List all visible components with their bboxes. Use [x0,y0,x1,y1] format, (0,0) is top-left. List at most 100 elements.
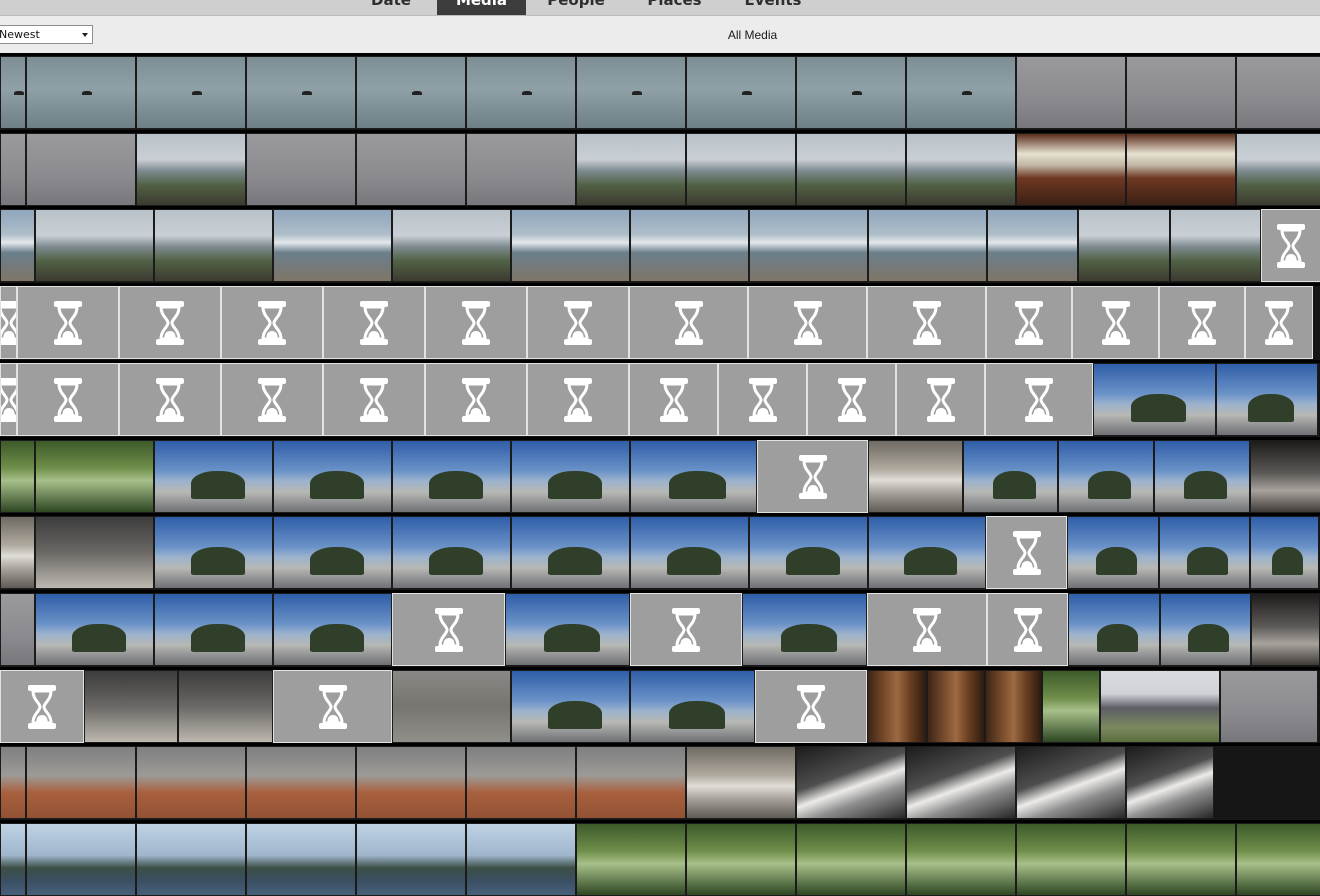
photo-thumbnail[interactable] [796,56,906,129]
photo-thumbnail[interactable] [1067,516,1159,589]
loading-thumbnail[interactable] [748,286,867,359]
photo-thumbnail[interactable] [511,516,630,589]
photo-thumbnail[interactable] [0,56,26,129]
loading-thumbnail[interactable] [221,363,323,436]
photo-thumbnail[interactable] [0,209,35,282]
photo-thumbnail[interactable] [26,56,136,129]
loading-thumbnail[interactable] [0,363,17,436]
photo-thumbnail[interactable] [0,440,35,513]
loading-thumbnail[interactable] [425,363,527,436]
photo-thumbnail[interactable] [906,133,1016,206]
loading-thumbnail[interactable] [527,363,629,436]
loading-thumbnail[interactable] [1261,209,1320,282]
photo-thumbnail[interactable] [630,516,749,589]
photo-thumbnail[interactable] [392,670,511,743]
photo-thumbnail[interactable] [1126,746,1214,819]
photo-thumbnail[interactable] [466,56,576,129]
photo-thumbnail[interactable] [1160,593,1251,666]
photo-thumbnail[interactable] [686,56,796,129]
photo-thumbnail[interactable] [1100,670,1220,743]
photo-thumbnail[interactable] [35,440,154,513]
photo-thumbnail[interactable] [1016,746,1126,819]
photo-thumbnail[interactable] [154,593,273,666]
photo-thumbnail[interactable] [1251,593,1320,666]
photo-thumbnail[interactable] [1126,133,1236,206]
photo-thumbnail[interactable] [1220,670,1318,743]
photo-thumbnail[interactable] [630,440,757,513]
photo-thumbnail[interactable] [686,133,796,206]
photo-thumbnail[interactable] [749,516,868,589]
photo-thumbnail[interactable] [796,746,906,819]
photo-thumbnail[interactable] [84,670,178,743]
photo-thumbnail[interactable] [868,440,963,513]
photo-thumbnail[interactable] [273,209,392,282]
photo-thumbnail[interactable] [1236,823,1320,896]
loading-thumbnail[interactable] [17,363,119,436]
tab-date[interactable]: Date [345,0,437,15]
photo-thumbnail[interactable] [742,593,867,666]
loading-thumbnail[interactable] [323,286,425,359]
loading-thumbnail[interactable] [1072,286,1159,359]
photo-thumbnail[interactable] [511,209,630,282]
photo-thumbnail[interactable] [154,516,273,589]
loading-thumbnail[interactable] [323,363,425,436]
photo-thumbnail[interactable] [1154,440,1250,513]
loading-thumbnail[interactable] [867,593,987,666]
photo-thumbnail[interactable] [392,440,511,513]
loading-thumbnail[interactable] [757,440,868,513]
photo-thumbnail[interactable] [154,440,273,513]
loading-thumbnail[interactable] [985,363,1093,436]
photo-thumbnail[interactable] [576,133,686,206]
photo-thumbnail[interactable] [178,670,273,743]
photo-thumbnail[interactable] [1126,823,1236,896]
loading-thumbnail[interactable] [755,670,867,743]
photo-thumbnail[interactable] [246,746,356,819]
loading-thumbnail[interactable] [221,286,323,359]
photo-thumbnail[interactable] [749,209,868,282]
loading-thumbnail[interactable] [392,593,505,666]
photo-thumbnail[interactable] [136,823,246,896]
photo-thumbnail[interactable] [576,56,686,129]
photo-thumbnail[interactable] [0,516,35,589]
photo-thumbnail[interactable] [0,823,26,896]
photo-thumbnail[interactable] [356,133,466,206]
photo-thumbnail[interactable] [511,440,630,513]
photo-thumbnail[interactable] [466,133,576,206]
photo-thumbnail[interactable] [906,746,1016,819]
photo-thumbnail[interactable] [985,670,1042,743]
photo-thumbnail[interactable] [576,746,686,819]
loading-thumbnail[interactable] [629,286,748,359]
photo-thumbnail[interactable] [796,823,906,896]
loading-thumbnail[interactable] [807,363,896,436]
photo-thumbnail[interactable] [136,56,246,129]
photo-thumbnail[interactable] [630,670,755,743]
loading-thumbnail[interactable] [17,286,119,359]
photo-thumbnail[interactable] [963,440,1058,513]
photo-thumbnail[interactable] [1236,56,1320,129]
photo-thumbnail[interactable] [1016,823,1126,896]
photo-thumbnail[interactable] [35,209,154,282]
photo-thumbnail[interactable] [392,209,511,282]
photo-thumbnail[interactable] [273,593,392,666]
photo-thumbnail[interactable] [273,440,392,513]
loading-thumbnail[interactable] [119,286,221,359]
loading-thumbnail[interactable] [987,593,1068,666]
loading-thumbnail[interactable] [0,670,84,743]
photo-thumbnail[interactable] [686,746,796,819]
loading-thumbnail[interactable] [896,363,985,436]
loading-thumbnail[interactable] [629,363,718,436]
photo-thumbnail[interactable] [136,746,246,819]
photo-thumbnail[interactable] [356,823,466,896]
photo-thumbnail[interactable] [511,670,630,743]
loading-thumbnail[interactable] [425,286,527,359]
tab-places[interactable]: Places [626,0,723,15]
photo-thumbnail[interactable] [246,56,356,129]
photo-thumbnail[interactable] [356,746,466,819]
photo-thumbnail[interactable] [0,593,35,666]
loading-thumbnail[interactable] [718,363,807,436]
loading-thumbnail[interactable] [527,286,629,359]
photo-thumbnail[interactable] [356,56,466,129]
photo-thumbnail[interactable] [927,670,985,743]
photo-thumbnail[interactable] [1093,363,1216,436]
photo-thumbnail[interactable] [466,746,576,819]
